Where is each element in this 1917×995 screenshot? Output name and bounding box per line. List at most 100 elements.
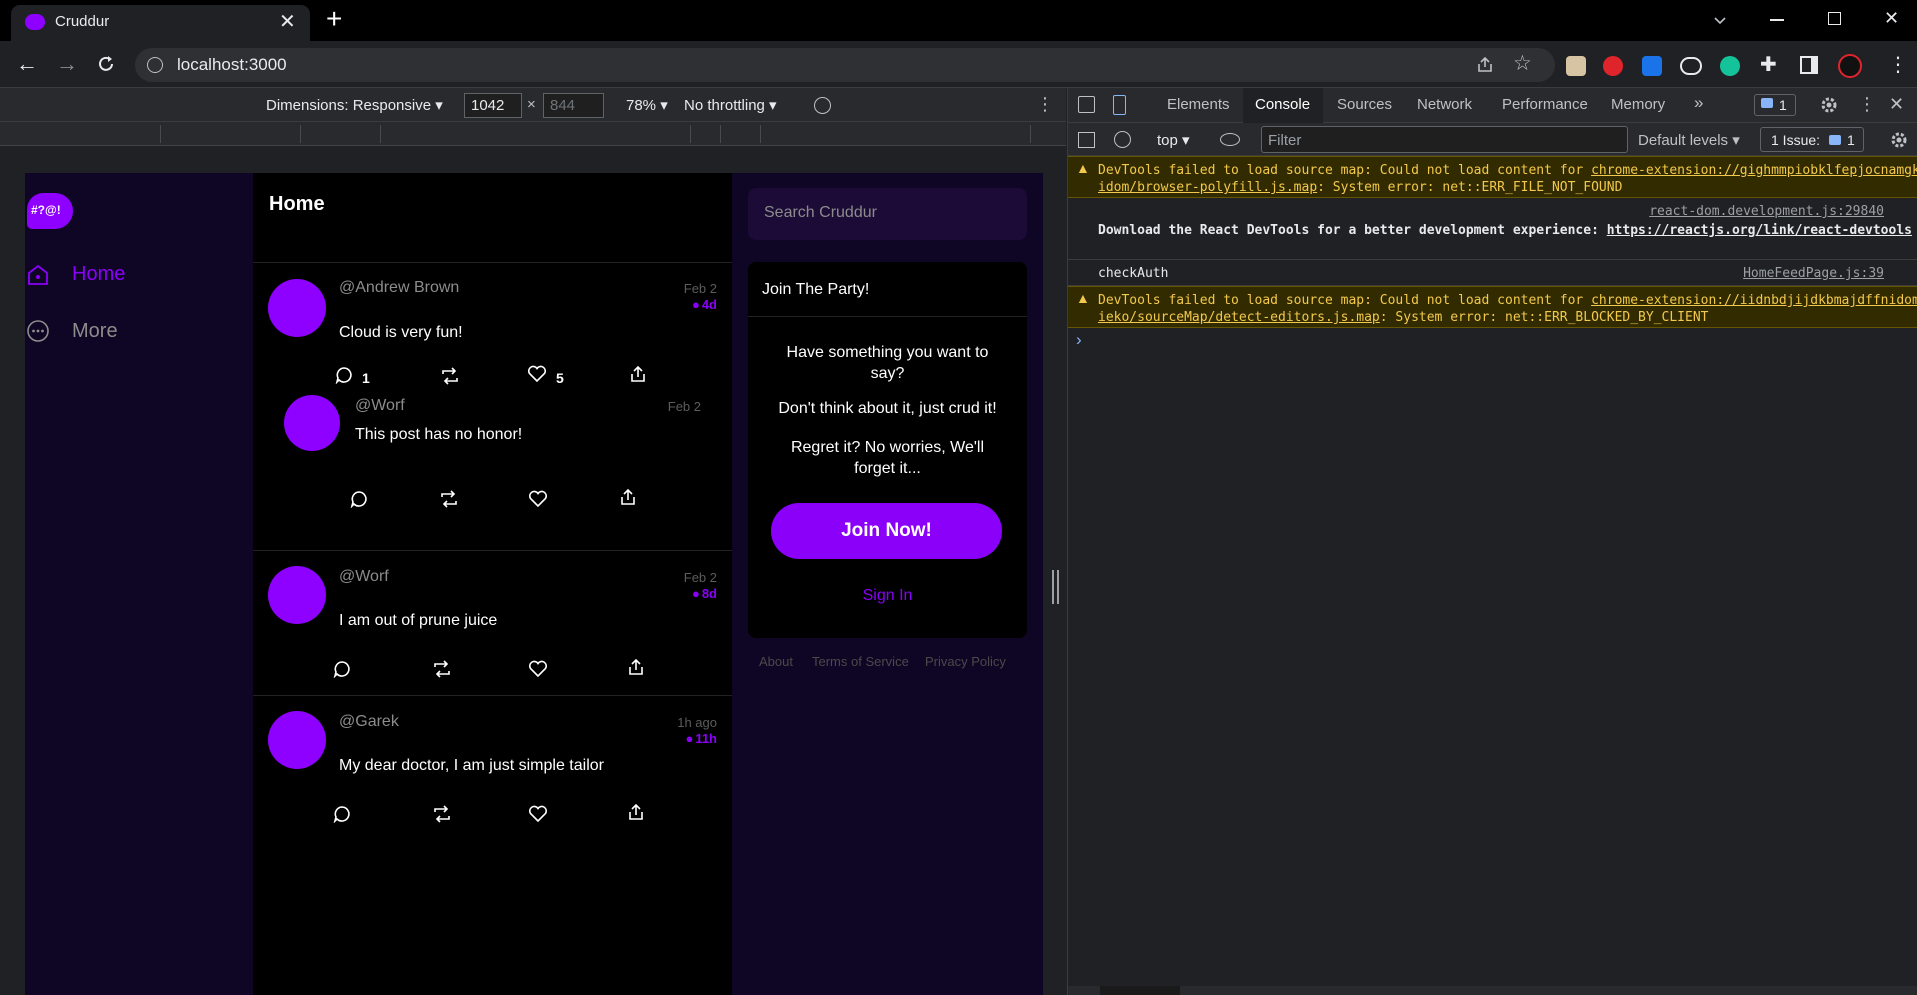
issue-count: 1 bbox=[1847, 132, 1855, 148]
share-icon[interactable] bbox=[627, 658, 645, 676]
dimensions-select[interactable]: Dimensions: Responsive ▾ bbox=[266, 96, 443, 114]
log-levels-select[interactable]: Default levels ▾ bbox=[1638, 131, 1740, 149]
chrome-menu-icon[interactable]: ⋮ bbox=[1888, 52, 1908, 77]
share-icon[interactable] bbox=[1475, 55, 1495, 75]
avatar[interactable] bbox=[268, 279, 326, 337]
browser-tab[interactable]: Cruddur ✕ bbox=[11, 5, 310, 41]
post-handle[interactable]: @Andrew Brown bbox=[339, 279, 459, 297]
extension-icon[interactable] bbox=[1642, 56, 1662, 76]
footer-terms-link[interactable]: Terms of Service bbox=[812, 654, 909, 669]
live-expression-eye-icon[interactable] bbox=[1220, 133, 1240, 146]
sidebar-item-home[interactable]: Home bbox=[25, 258, 245, 294]
like-icon[interactable] bbox=[528, 490, 548, 508]
width-input[interactable]: 1042 bbox=[464, 93, 522, 118]
reply-post[interactable]: @Worf Feb 2 This post has no honor! bbox=[253, 373, 732, 568]
tab-search-icon[interactable] bbox=[1712, 12, 1728, 28]
avatar[interactable] bbox=[268, 566, 326, 624]
repost-icon[interactable] bbox=[432, 805, 452, 823]
search-input[interactable]: Search Cruddur bbox=[748, 188, 1027, 240]
post[interactable]: @Andrew Brown Feb 2 ● 4d Cloud is very fu… bbox=[253, 263, 732, 568]
height-input[interactable]: 844 bbox=[543, 93, 604, 118]
footer-privacy-link[interactable]: Privacy Policy bbox=[925, 654, 1006, 669]
tab-elements[interactable]: Elements bbox=[1167, 96, 1230, 113]
tab-sources[interactable]: Sources bbox=[1337, 96, 1392, 113]
issues-badge[interactable]: 1 bbox=[1754, 94, 1796, 116]
console-warning[interactable]: ▲ DevTools failed to load source map: Co… bbox=[1068, 156, 1917, 198]
sign-in-link[interactable]: Sign In bbox=[748, 587, 1027, 605]
avatar[interactable] bbox=[268, 711, 326, 769]
forward-icon[interactable]: → bbox=[56, 51, 78, 77]
console-log[interactable]: checkAuth HomeFeedPage.js:39 bbox=[1068, 260, 1917, 286]
console-settings-gear-icon[interactable] bbox=[1890, 131, 1908, 149]
like-icon[interactable] bbox=[528, 805, 548, 823]
devtools-menu-icon[interactable]: ⋮ bbox=[1858, 94, 1876, 115]
scrollbar-thumb[interactable] bbox=[1100, 986, 1180, 995]
side-panel-icon[interactable] bbox=[1800, 56, 1818, 74]
share-icon[interactable] bbox=[627, 803, 645, 821]
reload-icon[interactable] bbox=[96, 54, 116, 74]
source-link[interactable]: HomeFeedPage.js:39 bbox=[1743, 266, 1884, 281]
post-date: Feb 2 bbox=[667, 399, 701, 414]
bookmark-star-icon[interactable]: ☆ bbox=[1513, 51, 1532, 76]
sidebar-toggle-icon[interactable] bbox=[1078, 132, 1095, 148]
address-bar[interactable]: localhost:3000 ☆ bbox=[135, 48, 1555, 82]
window-close-icon[interactable]: ✕ bbox=[1884, 8, 1899, 29]
post-handle[interactable]: @Garek bbox=[339, 713, 399, 731]
post-handle[interactable]: @Worf bbox=[339, 568, 389, 586]
reply-icon[interactable] bbox=[333, 660, 351, 678]
inspect-element-icon[interactable] bbox=[1078, 96, 1095, 113]
like-icon[interactable] bbox=[528, 660, 548, 678]
post[interactable]: @Garek 1h ago ● 11h My dear doctor, I am … bbox=[253, 696, 732, 840]
tab-memory[interactable]: Memory bbox=[1611, 96, 1665, 113]
cruddur-logo[interactable]: #?@! bbox=[27, 193, 73, 229]
devtools-close-icon[interactable]: ✕ bbox=[1889, 94, 1904, 115]
avatar[interactable] bbox=[284, 395, 340, 451]
zoom-select[interactable]: 78% ▾ bbox=[626, 96, 668, 114]
tab-close-icon[interactable]: ✕ bbox=[279, 9, 296, 34]
sidebar-item-more[interactable]: More bbox=[25, 315, 245, 351]
extensions-puzzle-icon[interactable]: ✚ bbox=[1760, 52, 1777, 77]
footer-about-link[interactable]: About bbox=[759, 654, 793, 669]
device-toggle-icon[interactable] bbox=[1113, 95, 1126, 115]
message-icon bbox=[1761, 98, 1773, 108]
repost-icon[interactable] bbox=[432, 660, 452, 678]
extension-icon[interactable] bbox=[1566, 56, 1586, 76]
back-icon[interactable]: ← bbox=[16, 51, 38, 77]
issues-button[interactable]: 1 Issue: 1 bbox=[1760, 127, 1864, 152]
repost-icon[interactable] bbox=[439, 490, 459, 508]
console-warning[interactable]: ▲ DevTools failed to load source map: Co… bbox=[1068, 286, 1917, 328]
source-link[interactable]: react-dom.development.js:29840 bbox=[1649, 204, 1884, 219]
tab-network[interactable]: Network bbox=[1417, 96, 1472, 113]
extension-icon[interactable] bbox=[1680, 57, 1702, 75]
console-info[interactable]: react-dom.development.js:29840 Download … bbox=[1068, 198, 1917, 260]
post-handle[interactable]: @Worf bbox=[355, 397, 405, 415]
tab-performance[interactable]: Performance bbox=[1502, 96, 1588, 113]
more-tabs-icon[interactable]: » bbox=[1694, 93, 1703, 113]
new-tab-icon[interactable]: + bbox=[326, 3, 342, 35]
avatar[interactable] bbox=[1838, 54, 1862, 78]
post[interactable]: @Worf Feb 2 ● 8d I am out of prune juice bbox=[253, 551, 732, 695]
url-text[interactable]: localhost:3000 bbox=[177, 55, 287, 75]
reply-icon[interactable] bbox=[350, 490, 368, 508]
join-card: Join The Party! Have something you want … bbox=[748, 262, 1027, 638]
restore-icon[interactable] bbox=[1828, 12, 1841, 25]
rotate-icon[interactable] bbox=[814, 97, 831, 114]
device-menu-icon[interactable]: ⋮ bbox=[1036, 94, 1054, 115]
minimize-icon[interactable] bbox=[1770, 19, 1784, 21]
tab-console[interactable]: Console bbox=[1255, 96, 1310, 113]
adblock-icon[interactable] bbox=[1603, 56, 1623, 76]
throttling-select[interactable]: No throttling ▾ bbox=[684, 96, 777, 114]
grammarly-icon[interactable] bbox=[1720, 56, 1740, 76]
settings-gear-icon[interactable] bbox=[1820, 96, 1838, 114]
resize-handle[interactable] bbox=[1052, 570, 1059, 604]
post-expiry-text: 4d bbox=[701, 297, 717, 312]
site-info-icon[interactable] bbox=[147, 57, 163, 73]
reply-icon[interactable] bbox=[333, 805, 351, 823]
message-link[interactable]: https://reactjs.org/link/react-devtools bbox=[1607, 223, 1912, 238]
join-now-button[interactable]: Join Now! bbox=[771, 503, 1002, 559]
filter-input[interactable]: Filter bbox=[1261, 126, 1628, 153]
clear-console-icon[interactable] bbox=[1114, 131, 1131, 148]
context-select[interactable]: top ▾ bbox=[1157, 131, 1190, 149]
console-prompt-icon[interactable]: › bbox=[1076, 330, 1082, 350]
share-icon[interactable] bbox=[619, 488, 637, 506]
